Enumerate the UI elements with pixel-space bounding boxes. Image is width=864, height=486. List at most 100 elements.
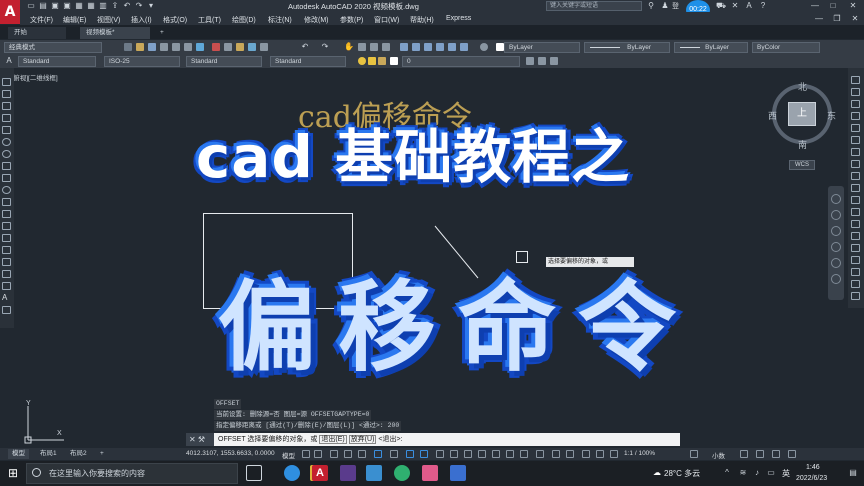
- doc-close-button[interactable]: ✕: [848, 14, 862, 24]
- app-icon-7[interactable]: [422, 465, 438, 481]
- menu-tools[interactable]: 工具(T): [198, 15, 221, 25]
- construction-line-tool-icon[interactable]: [2, 90, 11, 98]
- add-selected-tool-icon[interactable]: [2, 306, 11, 314]
- customization-icon[interactable]: [788, 450, 796, 458]
- join-tool-icon[interactable]: [851, 220, 860, 228]
- object-snap-icon[interactable]: [420, 450, 428, 458]
- weather-widget[interactable]: 28°C 多云: [664, 468, 700, 479]
- lengthen-tool-icon[interactable]: [851, 292, 860, 300]
- help-icon[interactable]: ?: [758, 1, 768, 11]
- rotate-tool-icon[interactable]: [851, 148, 860, 156]
- sign-in-label[interactable]: 登: [672, 1, 679, 11]
- block-editor-icon[interactable]: [260, 43, 268, 51]
- 3d-dwf-icon[interactable]: [196, 43, 204, 51]
- tab-layout2[interactable]: 布局2: [66, 449, 91, 459]
- volume-icon[interactable]: ♪: [752, 468, 762, 478]
- autocad-logo-icon[interactable]: A: [0, 0, 20, 24]
- compass-west[interactable]: 西: [768, 109, 777, 122]
- paste-icon[interactable]: [236, 43, 244, 51]
- workspace-switch-icon[interactable]: [582, 450, 590, 458]
- media-app-icon[interactable]: [340, 465, 356, 481]
- add-layout-button[interactable]: +: [96, 449, 108, 459]
- open-icon[interactable]: [136, 43, 144, 51]
- mirror-tool-icon[interactable]: [851, 100, 860, 108]
- table-style-dropdown[interactable]: Standard: [186, 56, 262, 67]
- undo-icon[interactable]: ↶: [122, 1, 132, 11]
- compass-south[interactable]: 南: [798, 138, 807, 151]
- layer-freeze-icon[interactable]: [368, 57, 376, 65]
- help-icon[interactable]: [480, 43, 488, 51]
- table-tool-icon[interactable]: [2, 282, 11, 290]
- align-tool-icon[interactable]: [851, 280, 860, 288]
- maximize-button[interactable]: □: [826, 1, 840, 11]
- break-tool-icon[interactable]: [851, 208, 860, 216]
- layer-properties-icon[interactable]: [526, 57, 534, 65]
- exit-option[interactable]: 退出(E): [319, 435, 347, 444]
- grid-icon[interactable]: [302, 450, 310, 458]
- app-icon-6[interactable]: [394, 465, 410, 481]
- showmotion-icon[interactable]: [831, 258, 841, 268]
- clock-time[interactable]: 1:46: [806, 464, 820, 471]
- selection-filter-icon[interactable]: [506, 450, 514, 458]
- erase-tool-icon[interactable]: [851, 76, 860, 84]
- tool-palettes-icon[interactable]: [424, 43, 432, 51]
- preview-icon[interactable]: [172, 43, 180, 51]
- units-icon[interactable]: [610, 450, 618, 458]
- annotation-scale-icon[interactable]: [566, 450, 574, 458]
- rectangle-tool-icon[interactable]: [2, 126, 11, 134]
- open-file-icon[interactable]: ▤: [38, 1, 48, 11]
- quick-properties-icon[interactable]: [690, 450, 698, 458]
- layer-on-icon[interactable]: [358, 57, 366, 65]
- layer-lock-icon[interactable]: [378, 57, 386, 65]
- insert-block-tool-icon[interactable]: [2, 210, 11, 218]
- new-icon[interactable]: [124, 43, 132, 51]
- taskbar-search-input[interactable]: 在这里输入你要搜索的内容: [26, 463, 238, 484]
- edge-browser-icon[interactable]: [284, 465, 300, 481]
- hardware-acceleration-icon[interactable]: [756, 450, 764, 458]
- markup-icon[interactable]: [448, 43, 456, 51]
- exchange-icon[interactable]: ✕: [730, 1, 740, 11]
- copy-tool-icon[interactable]: [851, 88, 860, 96]
- viewcube-top-face[interactable]: 上: [788, 102, 816, 126]
- tab-current-file[interactable]: 视频模板*: [80, 27, 150, 39]
- copy-icon[interactable]: [224, 43, 232, 51]
- gradient-tool-icon[interactable]: [2, 258, 11, 266]
- windows-start-icon[interactable]: ⊞: [6, 466, 20, 480]
- doc-minimize-button[interactable]: —: [812, 14, 826, 24]
- make-block-tool-icon[interactable]: [2, 222, 11, 230]
- wcs-menu[interactable]: WCS: [789, 160, 815, 170]
- tray-chevron-icon[interactable]: ^: [722, 468, 732, 478]
- cut-icon[interactable]: [212, 43, 220, 51]
- explode-tool-icon[interactable]: [851, 268, 860, 276]
- menu-view[interactable]: 视图(V): [97, 15, 120, 25]
- new-tab-button[interactable]: +: [154, 27, 166, 39]
- zoom-extents-icon[interactable]: [831, 226, 841, 236]
- app-icon-5[interactable]: [366, 465, 382, 481]
- properties-icon[interactable]: [400, 43, 408, 51]
- undo-option[interactable]: 放弃(U): [348, 435, 377, 444]
- auto-scale-icon[interactable]: [552, 450, 560, 458]
- save-as-icon[interactable]: ▣: [62, 1, 72, 11]
- polygon-tool-icon[interactable]: [2, 114, 11, 122]
- menu-help[interactable]: 帮助(H): [410, 15, 434, 25]
- isometric-icon[interactable]: [390, 450, 398, 458]
- weather-icon[interactable]: ☁: [652, 468, 662, 478]
- lineweight-display-icon[interactable]: [436, 450, 444, 458]
- annotation-visibility-icon[interactable]: [536, 450, 544, 458]
- tab-start[interactable]: 开始: [8, 27, 66, 39]
- menu-dimension[interactable]: 标注(N): [268, 15, 292, 25]
- layer-dropdown[interactable]: 0: [402, 56, 520, 67]
- command-line-controls[interactable]: ✕ ⚒: [186, 433, 214, 446]
- zoom-previous-icon[interactable]: [382, 43, 390, 51]
- tab-model[interactable]: 模型: [8, 449, 29, 459]
- revcloud-tool-icon[interactable]: [2, 162, 11, 170]
- input-method-indicator[interactable]: 英: [782, 468, 790, 479]
- menu-modify[interactable]: 修改(M): [304, 15, 329, 25]
- undo-icon[interactable]: ↶: [300, 42, 310, 52]
- qat-dropdown-icon[interactable]: ▾: [146, 1, 156, 11]
- offset-tool-icon[interactable]: [851, 112, 860, 120]
- snap-icon[interactable]: [314, 450, 322, 458]
- help-search-input[interactable]: 键入关键字或短语: [546, 1, 642, 11]
- mtext-tool-icon[interactable]: A: [2, 294, 11, 302]
- scale-tool-icon[interactable]: [851, 160, 860, 168]
